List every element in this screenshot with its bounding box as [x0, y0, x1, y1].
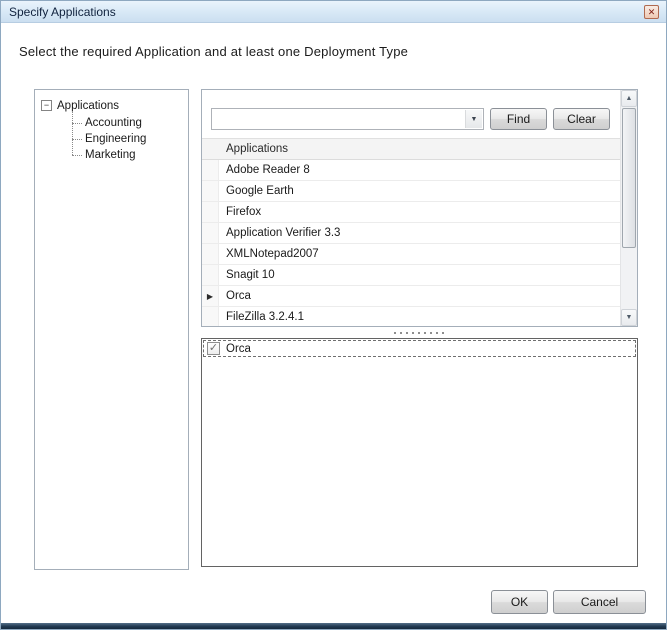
grid-cell: Google Earth	[219, 181, 294, 201]
scroll-down-button[interactable]: ▼	[621, 309, 637, 326]
grid-cell: Application Verifier 3.3	[219, 223, 340, 243]
window-bottom-edge	[1, 623, 666, 629]
grid-row[interactable]: ▶Orca	[202, 286, 620, 307]
grid-cell: FileZilla 3.2.4.1	[219, 307, 304, 326]
down-arrow-icon: ▼	[626, 314, 633, 321]
tree-item-label: Accounting	[85, 117, 142, 129]
grid-body: Adobe Reader 8Google EarthFirefoxApplica…	[202, 160, 620, 326]
grid-row[interactable]: Snagit 10	[202, 265, 620, 286]
grid-row[interactable]: Application Verifier 3.3	[202, 223, 620, 244]
search-input[interactable]	[212, 109, 483, 129]
close-button[interactable]: ✕	[644, 5, 659, 19]
tree-children: Accounting Engineering Marketing	[72, 115, 182, 163]
grid-cell: Adobe Reader 8	[219, 160, 310, 180]
up-arrow-icon: ▲	[626, 95, 633, 102]
collapse-icon[interactable]: −	[41, 100, 52, 111]
grid-cell: Firefox	[219, 202, 261, 222]
clear-button[interactable]: Clear	[553, 108, 610, 130]
grid-cell: Orca	[219, 286, 251, 306]
tree-item-marketing[interactable]: Marketing	[72, 147, 182, 163]
row-indicator	[202, 307, 219, 326]
search-row: ▼ Find Clear	[211, 108, 610, 130]
find-button[interactable]: Find	[490, 108, 547, 130]
ok-button[interactable]: OK	[491, 590, 548, 614]
close-icon: ✕	[648, 7, 656, 17]
grid-vertical-scrollbar[interactable]: ▲ ▼	[620, 90, 637, 326]
row-indicator	[202, 265, 219, 285]
combo-dropdown-button[interactable]: ▼	[465, 110, 482, 128]
grid-row[interactable]: XMLNotepad2007	[202, 244, 620, 265]
applications-browser-panel: ▼ Find Clear Applications Adobe Reader 8…	[201, 89, 638, 327]
tree-item-engineering[interactable]: Engineering	[72, 131, 182, 147]
splitter-dots-icon	[394, 332, 446, 334]
tree-root-label: Applications	[57, 100, 119, 112]
row-indicator	[202, 181, 219, 201]
grid-row[interactable]: Google Earth	[202, 181, 620, 202]
grid-column-header[interactable]: Applications	[202, 139, 620, 160]
row-indicator	[202, 244, 219, 264]
applications-tree-panel: − Applications Accounting Engineering Mark…	[34, 89, 189, 570]
splitter-handle[interactable]	[201, 327, 638, 338]
tree-item-accounting[interactable]: Accounting	[72, 115, 182, 131]
grid-cell: XMLNotepad2007	[219, 244, 319, 264]
scroll-up-button[interactable]: ▲	[621, 90, 637, 107]
grid-row[interactable]: Firefox	[202, 202, 620, 223]
list-item[interactable]: ✓ Orca	[203, 340, 636, 357]
tree-item-applications[interactable]: − Applications	[41, 98, 182, 113]
grid-row[interactable]: Adobe Reader 8	[202, 160, 620, 181]
grid-cell: Snagit 10	[219, 265, 275, 285]
grid-row[interactable]: FileZilla 3.2.4.1	[202, 307, 620, 326]
row-selector-icon: ▶	[202, 286, 219, 306]
row-indicator	[202, 223, 219, 243]
scrollbar-thumb[interactable]	[622, 108, 636, 248]
selected-applications-list: ✓ Orca	[201, 338, 638, 567]
applications-grid: Applications Adobe Reader 8Google EarthF…	[202, 138, 620, 326]
row-indicator	[202, 202, 219, 222]
window-title: Specify Applications	[9, 5, 116, 19]
chevron-down-icon: ▼	[471, 116, 478, 123]
tree-item-label: Marketing	[85, 149, 136, 161]
search-combo[interactable]: ▼	[211, 108, 484, 130]
row-indicator	[202, 160, 219, 180]
specify-applications-dialog: Specify Applications ✕ Select the requir…	[0, 0, 667, 630]
checkbox[interactable]: ✓	[207, 342, 220, 355]
instruction-text: Select the required Application and at l…	[19, 44, 408, 59]
cancel-button[interactable]: Cancel	[553, 590, 646, 614]
tree-item-label: Engineering	[85, 133, 146, 145]
titlebar: Specify Applications ✕	[1, 1, 666, 23]
list-item-label: Orca	[226, 343, 251, 355]
